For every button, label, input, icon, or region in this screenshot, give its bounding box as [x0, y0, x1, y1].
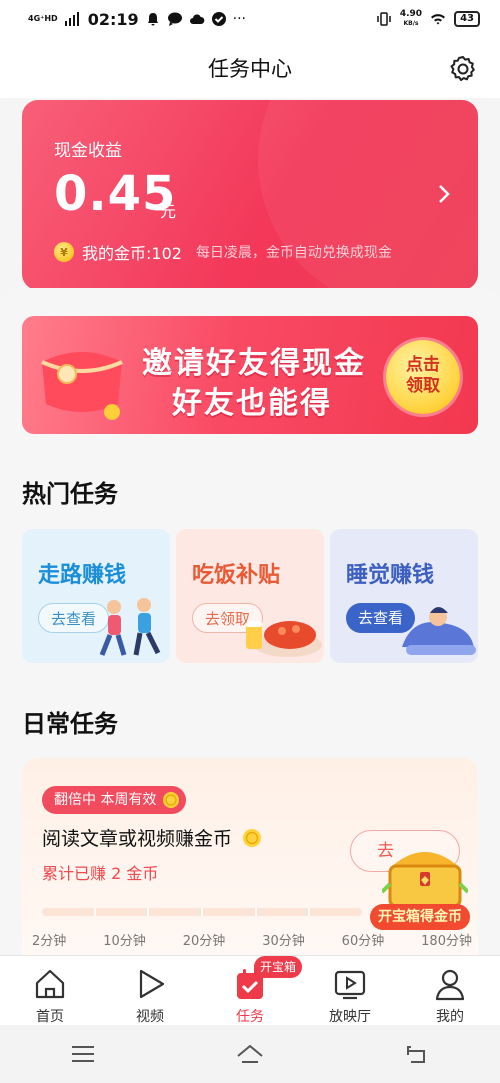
- signal-icon: [64, 12, 79, 26]
- invite-friends-banner[interactable]: 邀请好友得现金 好友也能得 点击 领取: [22, 316, 478, 434]
- wifi-icon: [431, 14, 446, 25]
- vibrate-icon: [377, 12, 391, 26]
- coin-balance-row: ¥ 我的金币:102 每日凌晨，金币自动兑换成现金: [54, 240, 392, 264]
- red-packet-icon: [41, 352, 123, 420]
- speed-value: 4.90: [399, 9, 423, 19]
- play-icon: [139, 969, 165, 999]
- sleeping-illustration: [402, 607, 476, 655]
- hot-task-sleep[interactable]: 睡觉赚钱 去查看: [330, 529, 478, 663]
- tick-label: 10分钟: [103, 934, 146, 949]
- bottom-tab-bar: 首页 视频 任务 放映厅 我的: [0, 955, 500, 1025]
- more-notifications-icon: ···: [232, 11, 246, 27]
- hot-task-walk[interactable]: 走路赚钱 去查看: [22, 529, 170, 663]
- food-illustration: [246, 621, 322, 657]
- tab-label: 首页: [36, 1009, 64, 1025]
- network-indicator: 4G⁺HD: [28, 14, 58, 23]
- home-icon: [35, 969, 65, 999]
- claim-button[interactable]: 点击 领取: [386, 340, 460, 414]
- tab-label: 视频: [136, 1009, 164, 1025]
- bell-icon: [147, 13, 158, 26]
- claim-line-1: 点击: [406, 355, 440, 375]
- battery-indicator: 43: [454, 11, 480, 27]
- reading-progress-bar: [42, 908, 362, 916]
- tab-profile[interactable]: 我的: [400, 956, 500, 1025]
- cash-earnings-label: 现金收益: [54, 141, 122, 161]
- hot-task-name: 睡觉赚钱: [346, 563, 435, 588]
- coin-icon: ¥: [54, 242, 74, 262]
- home-nav-icon[interactable]: [236, 1042, 264, 1066]
- earned-coins: 累计已赚 2 金币: [42, 864, 159, 883]
- clock: 02:19: [87, 9, 139, 29]
- tv-icon: [334, 970, 366, 1000]
- tab-home[interactable]: 首页: [0, 956, 100, 1025]
- hot-tasks-title: 热门任务: [22, 480, 118, 508]
- double-reward-badge: 翻倍中 本周有效: [42, 786, 187, 814]
- cash-earnings-card[interactable]: 现金收益 0.45 元 ¥ 我的金币:102 每日凌晨，金币自动兑换成现金: [22, 100, 478, 290]
- chat-icon: [167, 12, 182, 26]
- back-icon[interactable]: [403, 1042, 431, 1066]
- claim-line-2: 领取: [406, 376, 440, 396]
- tab-label: 任务: [236, 1009, 264, 1025]
- daily-task-card: 翻倍中 本周有效 阅读文章或视频赚金币 累计已赚 2 金币 去 开宝箱得金币 2…: [22, 758, 478, 958]
- daily-tasks-title: 日常任务: [22, 710, 118, 738]
- coin-balance: 我的金币:102: [82, 244, 182, 263]
- hot-task-name: 吃饭补贴: [192, 563, 281, 588]
- tick-label: 180分钟: [421, 934, 472, 949]
- tick-label: 60分钟: [341, 934, 385, 949]
- task-name-row: 阅读文章或视频赚金币: [42, 824, 262, 851]
- chevron-right-icon[interactable]: [436, 184, 452, 204]
- hot-task-name: 走路赚钱: [38, 563, 127, 588]
- chest-label[interactable]: 开宝箱得金币: [370, 904, 470, 930]
- double-reward-label: 翻倍中 本周有效: [54, 792, 157, 808]
- progress-ticks: 2分钟 10分钟 20分钟 30分钟 60分钟 180分钟: [32, 930, 472, 949]
- invite-headline: 邀请好友得现金: [142, 346, 366, 381]
- runners-illustration: [99, 598, 161, 656]
- tick-label: 2分钟: [32, 934, 67, 949]
- menu-icon[interactable]: [69, 1042, 97, 1066]
- cloud-icon: [189, 14, 204, 24]
- tick-label: 20分钟: [182, 934, 226, 949]
- hot-task-meal[interactable]: 吃饭补贴 去领取: [176, 529, 324, 663]
- page-title: 任务中心: [208, 57, 292, 81]
- treasure-chest-badge[interactable]: 开宝箱: [254, 956, 303, 978]
- speed-unit: KB/s: [403, 20, 419, 27]
- gear-icon[interactable]: [448, 54, 478, 84]
- tick-label: 30分钟: [262, 934, 305, 949]
- cash-amount: 0.45: [54, 166, 177, 222]
- invite-subline: 好友也能得: [172, 386, 332, 421]
- tab-theater[interactable]: 放映厅: [300, 956, 400, 1025]
- system-navigation-bar: [0, 1025, 500, 1083]
- page-header: 任务中心: [0, 38, 500, 98]
- network-speed: 4.90 KB/s: [400, 10, 422, 28]
- task-name: 阅读文章或视频赚金币: [42, 828, 233, 850]
- check-circle-icon: [211, 12, 226, 26]
- tab-video[interactable]: 视频: [100, 956, 200, 1025]
- coin-icon: [163, 792, 180, 808]
- tab-label: 我的: [436, 1009, 464, 1025]
- cash-unit: 元: [160, 202, 177, 221]
- person-icon: [435, 969, 465, 1001]
- status-bar: 4G⁺HD 02:19 ··· 4.90 KB/s 43: [0, 0, 500, 38]
- tab-label: 放映厅: [329, 1009, 371, 1025]
- coin-exchange-hint: 每日凌晨，金币自动兑换成现金: [195, 245, 392, 261]
- coin-icon: [243, 828, 262, 847]
